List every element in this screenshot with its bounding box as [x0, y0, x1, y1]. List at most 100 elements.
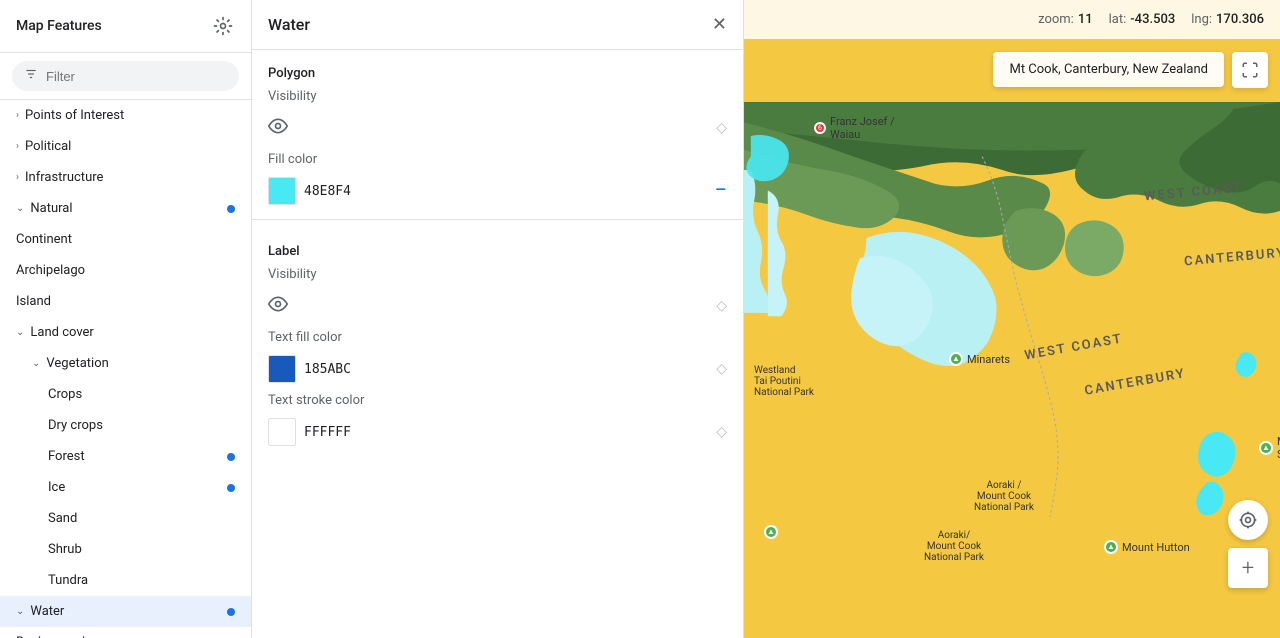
- text-fill-color-inner: 185ABC: [268, 355, 351, 383]
- lng-stat: lng: 170.306: [1191, 12, 1264, 27]
- location-button[interactable]: [1228, 500, 1268, 540]
- filter-icon: [24, 67, 38, 85]
- sidebar-item-label: Archipelago: [16, 263, 85, 278]
- sidebar-item-crops[interactable]: Crops: [0, 379, 251, 410]
- label-eye-icon[interactable]: [268, 294, 288, 318]
- map-header: zoom: 11 lat: -43.503 lng: 170.306: [744, 0, 1280, 39]
- arrow-icon: ›: [16, 172, 19, 183]
- sidebar-item-dry-crops[interactable]: Dry crops: [0, 410, 251, 441]
- filter-input[interactable]: [46, 69, 227, 84]
- text-fill-color-label: Text fill color: [252, 326, 743, 349]
- text-stroke-color-inner: FFFFFF: [268, 418, 351, 446]
- sidebar-item-island[interactable]: Island: [0, 286, 251, 317]
- sidebar-item-shrub[interactable]: Shrub: [0, 534, 251, 565]
- arrow-icon: ›: [16, 141, 19, 152]
- text-stroke-color-label: Text stroke color: [252, 389, 743, 412]
- sidebar-item-label: Vegetation: [46, 356, 108, 371]
- sidebar-item-label: Water: [30, 604, 64, 619]
- nav-list: › Points of Interest › Political › Infra…: [0, 100, 251, 638]
- sidebar-item-points-of-interest[interactable]: › Points of Interest: [0, 100, 251, 131]
- active-dot: [227, 205, 235, 213]
- active-dot: [227, 453, 235, 461]
- mid-panel: Water ✕ Polygon Visibility ◇ Fill color …: [252, 0, 744, 638]
- text-stroke-color-value: FFFFFF: [304, 425, 351, 440]
- fill-color-swatch[interactable]: [268, 177, 296, 205]
- sidebar-item-forest[interactable]: Forest: [0, 441, 251, 472]
- active-dot: [227, 608, 235, 616]
- close-button[interactable]: ✕: [712, 14, 727, 35]
- sidebar-item-label: Crops: [48, 387, 82, 402]
- fill-color-inner: 48E8F4: [268, 177, 351, 205]
- sidebar-item-label: Tundra: [48, 573, 88, 588]
- lat-label: lat:: [1109, 12, 1127, 27]
- arrow-icon: ⌄: [32, 358, 40, 369]
- arrow-icon: ⌄: [16, 606, 24, 617]
- sidebar-item-label: Dry crops: [48, 418, 103, 433]
- text-stroke-color-swatch[interactable]: [268, 418, 296, 446]
- sidebar-item-background[interactable]: Background: [0, 627, 251, 638]
- sidebar-item-vegetation[interactable]: ⌄ Vegetation: [0, 348, 251, 379]
- filter-input-wrap: [12, 61, 239, 91]
- mid-header: Water ✕: [252, 0, 743, 50]
- zoom-in-button[interactable]: +: [1228, 548, 1268, 588]
- map-area[interactable]: zoom: 11 lat: -43.503 lng: 170.306 Mt Co…: [744, 0, 1280, 638]
- fullscreen-button[interactable]: [1232, 52, 1268, 88]
- polygon-visibility-row: ◇: [252, 108, 743, 148]
- text-fill-color-value: 185ABC: [304, 362, 351, 377]
- sidebar-item-natural[interactable]: ⌄ Natural: [0, 193, 251, 224]
- arrow-icon: ⌄: [16, 327, 24, 338]
- sidebar-item-label: Ice: [48, 480, 65, 495]
- minus-button[interactable]: −: [714, 180, 727, 202]
- sidebar-item-label: Shrub: [48, 542, 82, 557]
- label-visibility-row: ◇: [252, 286, 743, 326]
- arrow-icon: ›: [16, 110, 19, 121]
- lng-value: 170.306: [1216, 12, 1264, 27]
- arrow-icon: ⌄: [16, 203, 24, 214]
- sidebar-item-label: Points of Interest: [25, 108, 124, 123]
- left-header: Map Features: [0, 0, 251, 53]
- divider: [252, 219, 743, 220]
- lat-stat: lat: -43.503: [1109, 12, 1176, 27]
- text-fill-color-row: 185ABC ◇: [252, 349, 743, 389]
- sidebar-item-label: Continent: [16, 232, 72, 247]
- zoom-value: 11: [1078, 12, 1093, 27]
- app-title: Map Features: [16, 18, 102, 34]
- sidebar-item-continent[interactable]: Continent: [0, 224, 251, 255]
- eye-icon[interactable]: [268, 116, 288, 140]
- zoom-label: zoom:: [1038, 12, 1074, 27]
- sidebar-item-label: Forest: [48, 449, 85, 464]
- sidebar-item-label: Sand: [48, 511, 77, 526]
- panel-title: Water: [268, 15, 310, 34]
- settings-button[interactable]: [211, 14, 235, 38]
- map-svg: [744, 0, 1280, 638]
- sidebar-item-label: Island: [16, 294, 51, 309]
- sidebar-item-infrastructure[interactable]: › Infrastructure: [0, 162, 251, 193]
- fill-color-value: 48E8F4: [304, 184, 351, 199]
- visibility-label: Visibility: [252, 85, 743, 108]
- location-tooltip: Mt Cook, Canterbury, New Zealand: [993, 52, 1224, 87]
- sidebar-item-archipelago[interactable]: Archipelago: [0, 255, 251, 286]
- sidebar-item-label: Political: [25, 139, 71, 154]
- sidebar-item-land-cover[interactable]: ⌄ Land cover: [0, 317, 251, 348]
- lng-label: lng:: [1191, 12, 1212, 27]
- sidebar-item-tundra[interactable]: Tundra: [0, 565, 251, 596]
- label-diamond-icon[interactable]: ◇: [716, 298, 727, 314]
- zoom-stat: zoom: 11: [1038, 12, 1093, 27]
- polygon-section-title: Polygon: [252, 50, 743, 85]
- sidebar-item-ice[interactable]: Ice: [0, 472, 251, 503]
- sidebar-item-label: Infrastructure: [25, 170, 103, 185]
- sidebar-item-label: Natural: [30, 201, 72, 216]
- sidebar-item-political[interactable]: › Political: [0, 131, 251, 162]
- map-controls: +: [1228, 500, 1268, 588]
- left-panel: Map Features › Points of Interest: [0, 0, 252, 638]
- fill-color-row: 48E8F4 −: [252, 171, 743, 211]
- label-visibility-label: Visibility: [252, 263, 743, 286]
- diamond-icon[interactable]: ◇: [716, 120, 727, 136]
- fill-color-label: Fill color: [252, 148, 743, 171]
- text-stroke-diamond-icon[interactable]: ◇: [716, 424, 727, 440]
- active-dot: [227, 484, 235, 492]
- sidebar-item-water[interactable]: ⌄ Water: [0, 596, 251, 627]
- text-fill-diamond-icon[interactable]: ◇: [716, 361, 727, 377]
- sidebar-item-sand[interactable]: Sand: [0, 503, 251, 534]
- text-fill-color-swatch[interactable]: [268, 355, 296, 383]
